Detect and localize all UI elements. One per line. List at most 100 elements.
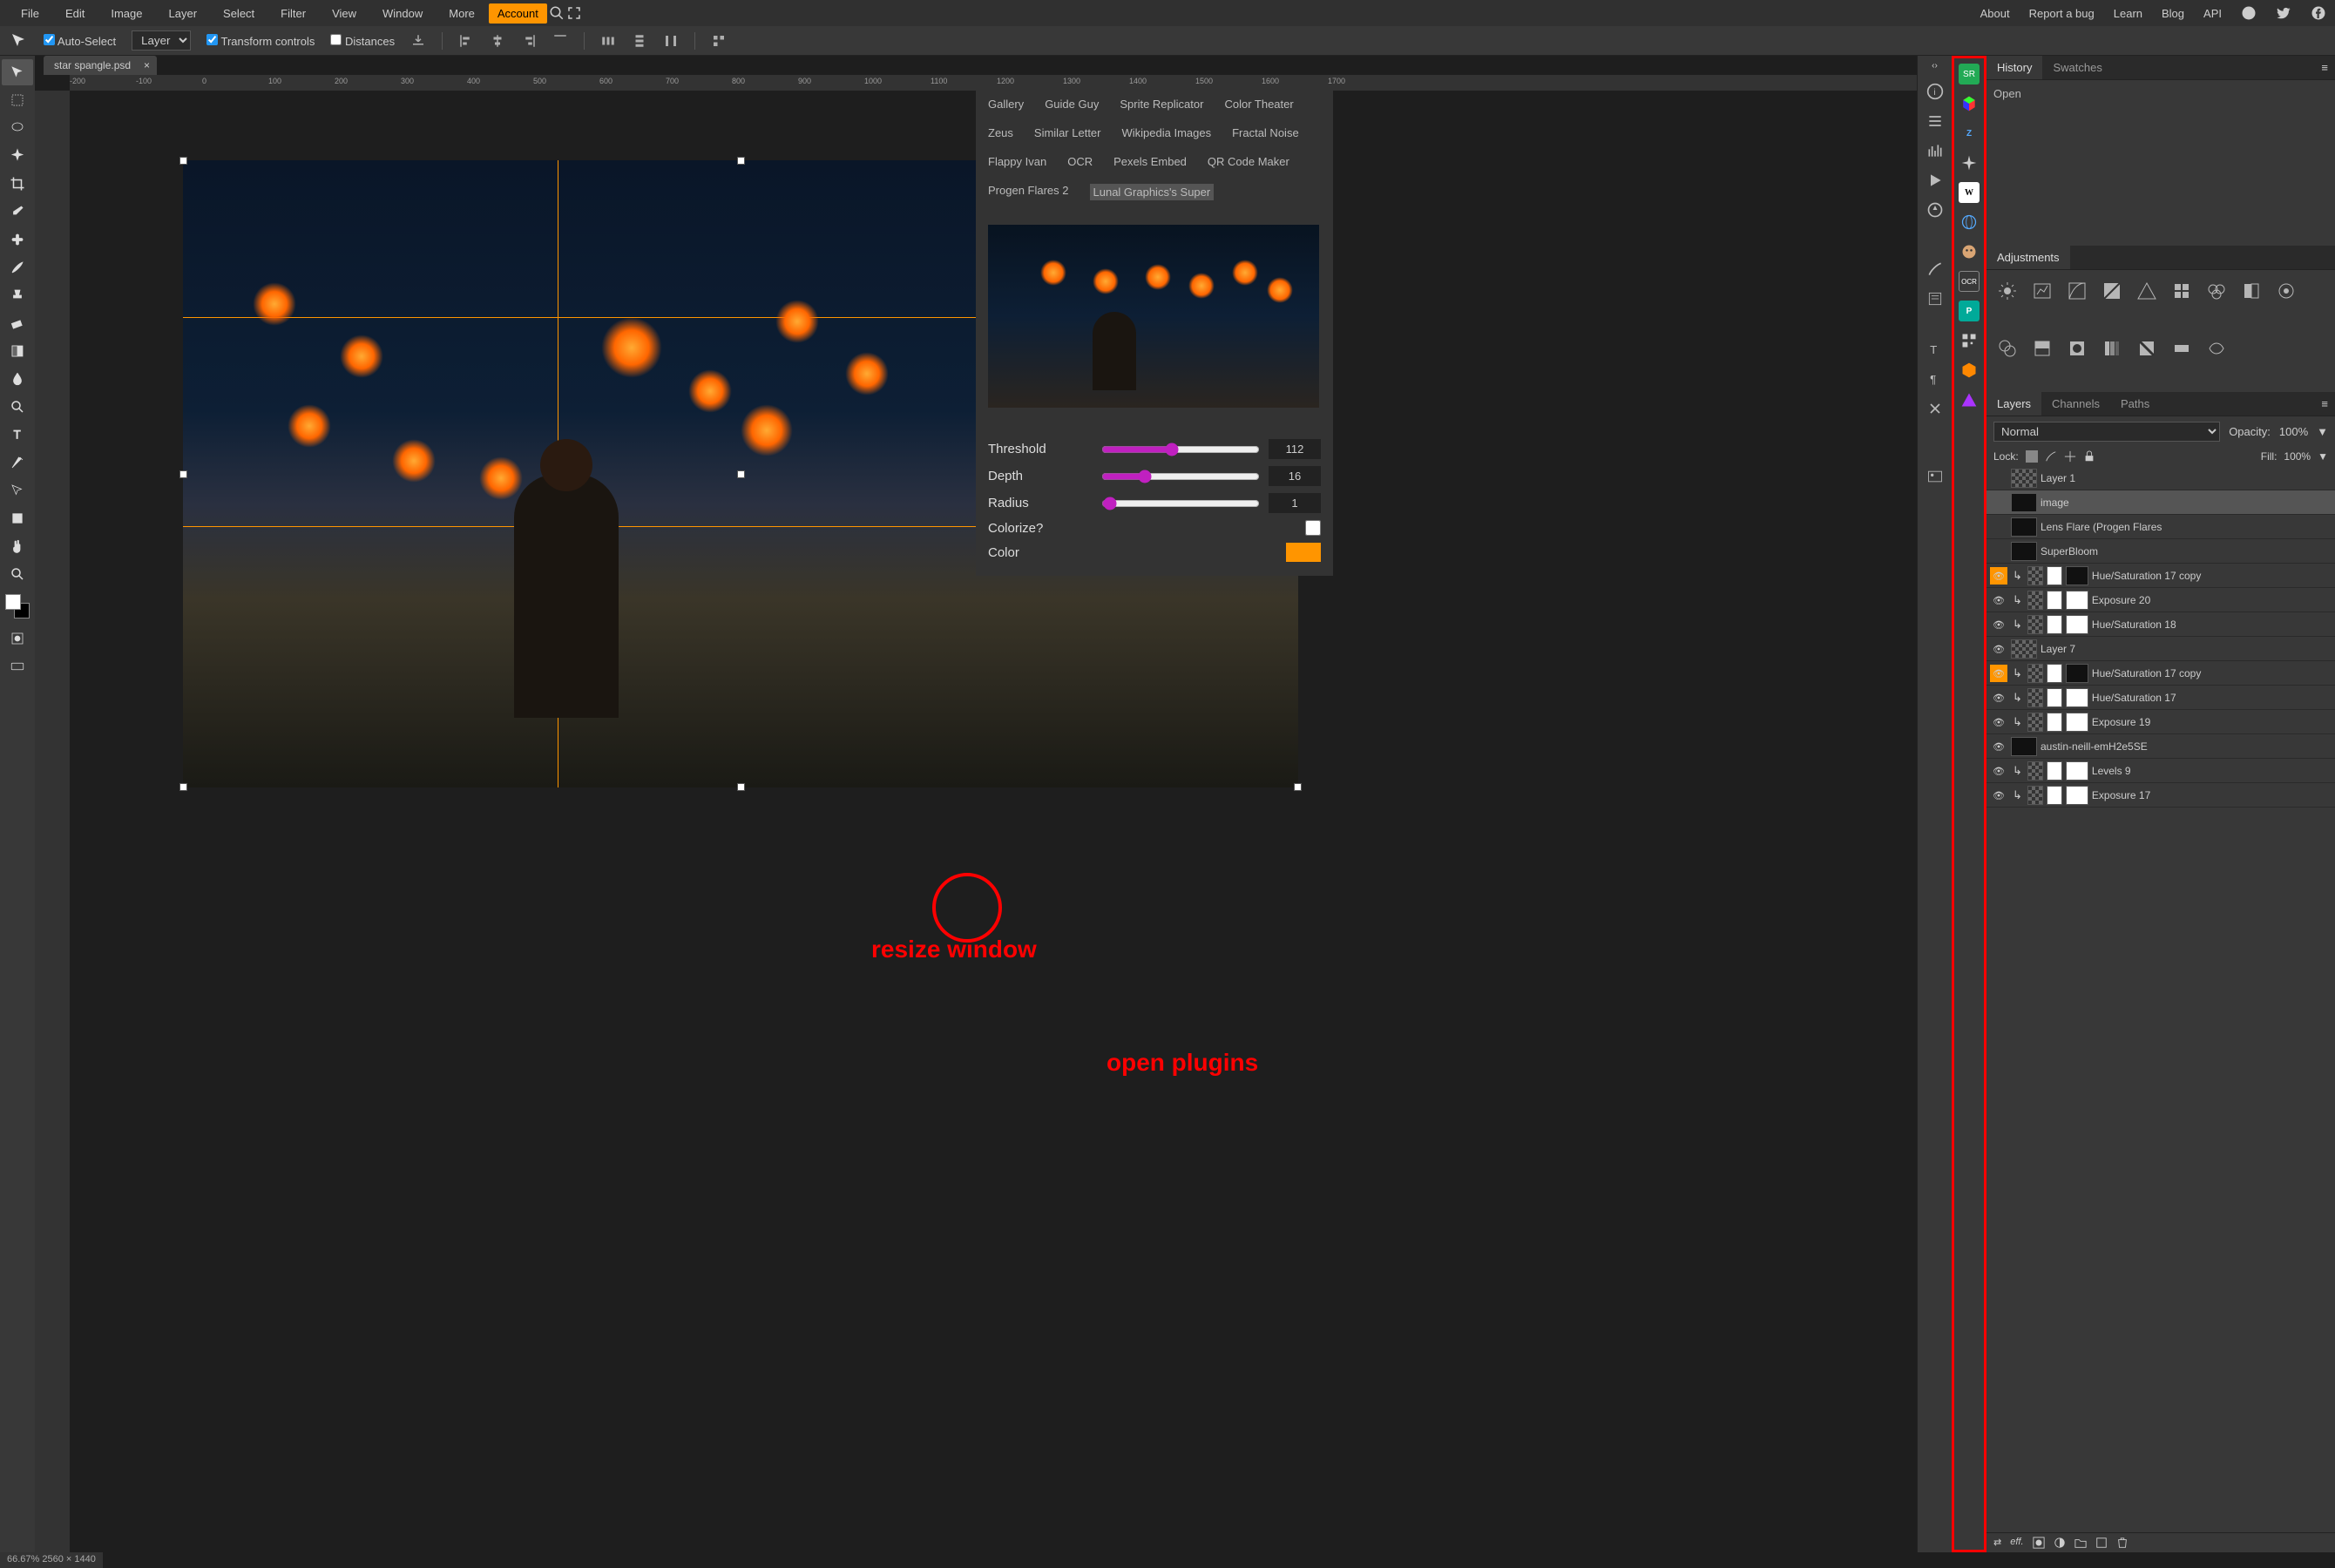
layer-row[interactable]: ↳Exposure 20 <box>1986 588 2335 612</box>
auto-select-target[interactable]: Layer <box>132 30 191 51</box>
plugin-p-icon[interactable]: P <box>1959 301 1980 321</box>
history-menu-icon[interactable]: ≡ <box>2314 61 2335 74</box>
align-left-icon[interactable] <box>458 33 474 49</box>
tab-history[interactable]: History <box>1986 56 2042 79</box>
adj-brightness-icon[interactable] <box>1995 279 2020 303</box>
adj-levels-icon[interactable] <box>2030 279 2054 303</box>
folder-icon[interactable] <box>2074 1537 2087 1549</box>
tools-icon[interactable] <box>1926 400 1944 417</box>
lock-move-icon[interactable] <box>2064 450 2076 463</box>
close-tab-icon[interactable]: × <box>144 59 150 71</box>
distribute-spacing-icon[interactable] <box>663 33 679 49</box>
lock-brush-icon[interactable] <box>2045 450 2057 463</box>
character-icon[interactable]: T <box>1926 341 1944 358</box>
adj-colorbalance-icon[interactable] <box>2204 279 2229 303</box>
layer-row[interactable]: image <box>1986 490 2335 515</box>
link-blog[interactable]: Blog <box>2162 7 2184 20</box>
pen-tool[interactable] <box>2 449 33 476</box>
layer-row[interactable]: ↳Hue/Saturation 17 copy <box>1986 661 2335 686</box>
document-tab[interactable]: star spangle.psd × <box>44 56 157 75</box>
blur-tool[interactable] <box>2 366 33 392</box>
adj-gradient-icon[interactable] <box>2169 336 2194 361</box>
visibility-toggle[interactable] <box>1990 642 2007 655</box>
search-icon[interactable] <box>549 5 565 21</box>
layer-row[interactable]: Lens Flare (Progen Flares <box>1986 515 2335 539</box>
plugin-item[interactable]: Guide Guy <box>1045 98 1099 111</box>
visibility-toggle[interactable] <box>1990 740 2007 753</box>
layer-row[interactable]: Layer 1 <box>1986 466 2335 490</box>
adj-vibrance-icon[interactable] <box>2135 279 2159 303</box>
link-reportbug[interactable]: Report a bug <box>2029 7 2095 20</box>
blend-mode-select[interactable]: Normal <box>1993 422 2220 442</box>
eyedropper-tool[interactable] <box>2 199 33 225</box>
plugin-sparkle-icon[interactable] <box>1959 152 1980 173</box>
plugin-qr-icon[interactable] <box>1959 330 1980 351</box>
menu-layer[interactable]: Layer <box>157 3 210 24</box>
tab-channels[interactable]: Channels <box>2041 392 2110 416</box>
radius-slider[interactable] <box>1101 497 1260 510</box>
heal-tool[interactable] <box>2 226 33 253</box>
settings-icon[interactable] <box>1926 112 1944 130</box>
plugin-item[interactable]: Fractal Noise <box>1232 126 1299 139</box>
menu-account[interactable]: Account <box>489 3 547 24</box>
distribute-v-icon[interactable] <box>632 33 647 49</box>
tab-swatches[interactable]: Swatches <box>2042 56 2112 79</box>
visibility-toggle[interactable] <box>1990 715 2007 728</box>
adj-posterize-icon[interactable] <box>2100 336 2124 361</box>
fill-dropdown-icon[interactable]: ▼ <box>2318 450 2328 463</box>
align-top-icon[interactable] <box>552 33 568 49</box>
link-about[interactable]: About <box>1980 7 2010 20</box>
transform-controls-checkbox[interactable]: Transform controls <box>206 34 315 48</box>
color-swatch[interactable] <box>5 594 30 618</box>
tab-paths[interactable]: Paths <box>2110 392 2160 416</box>
facebook-icon[interactable] <box>2311 5 2326 21</box>
visibility-toggle[interactable] <box>1990 593 2007 606</box>
plugin-z-icon[interactable]: Z <box>1959 123 1980 144</box>
brush-tool[interactable] <box>2 254 33 280</box>
adj-lut-icon[interactable] <box>2030 336 2054 361</box>
adj-hue-icon[interactable] <box>2169 279 2194 303</box>
quickmask-tool[interactable] <box>2 625 33 652</box>
layer-row[interactable]: ↳Hue/Saturation 18 <box>1986 612 2335 637</box>
link-layers-icon[interactable]: ⇄ <box>1993 1537 2001 1549</box>
dodge-tool[interactable] <box>2 394 33 420</box>
lock-transparency-icon[interactable] <box>2026 450 2038 463</box>
zoom-tool[interactable] <box>2 561 33 587</box>
visibility-toggle[interactable] <box>1990 788 2007 801</box>
plugin-item[interactable]: Progen Flares 2 <box>988 184 1069 200</box>
plugin-item[interactable]: Flappy Ivan <box>988 155 1046 168</box>
delete-layer-icon[interactable] <box>2116 1537 2129 1549</box>
hand-tool[interactable] <box>2 533 33 559</box>
tab-layers[interactable]: Layers <box>1986 392 2041 416</box>
align-right-icon[interactable] <box>521 33 537 49</box>
more-align-icon[interactable] <box>711 33 727 49</box>
adj-curves-icon[interactable] <box>2065 279 2089 303</box>
opacity-dropdown-icon[interactable]: ▼ <box>2317 425 2328 438</box>
eraser-tool[interactable] <box>2 310 33 336</box>
paragraph-icon[interactable]: ¶ <box>1926 370 1944 388</box>
move-tool[interactable] <box>2 59 33 85</box>
path-select-tool[interactable] <box>2 477 33 504</box>
plugin-sr-icon[interactable]: SR <box>1959 64 1980 84</box>
plugin-item[interactable]: QR Code Maker <box>1208 155 1289 168</box>
plugin-item[interactable]: Zeus <box>988 126 1013 139</box>
menu-edit[interactable]: Edit <box>53 3 97 24</box>
link-api[interactable]: API <box>2203 7 2222 20</box>
plugin-triangle-icon[interactable] <box>1959 389 1980 410</box>
plugin-hexagon-icon[interactable] <box>1959 360 1980 381</box>
plugin-face-icon[interactable] <box>1959 241 1980 262</box>
plugin-item[interactable]: Color Theater <box>1224 98 1293 111</box>
align-center-h-icon[interactable] <box>490 33 505 49</box>
layers-menu-icon[interactable]: ≡ <box>2314 397 2335 410</box>
menu-window[interactable]: Window <box>370 3 435 24</box>
layer-row[interactable]: Layer 7 <box>1986 637 2335 661</box>
plugin-item[interactable]: Sprite Replicator <box>1120 98 1203 111</box>
layer-row[interactable]: ↳Exposure 17 <box>1986 783 2335 808</box>
navigator-icon[interactable] <box>1926 201 1944 219</box>
histogram-icon[interactable] <box>1926 142 1944 159</box>
type-tool[interactable]: T <box>2 422 33 448</box>
adj-bw-icon[interactable] <box>2239 279 2264 303</box>
menu-filter[interactable]: Filter <box>268 3 318 24</box>
keyboard-icon[interactable] <box>2 653 33 679</box>
image-icon[interactable] <box>1926 468 1944 485</box>
